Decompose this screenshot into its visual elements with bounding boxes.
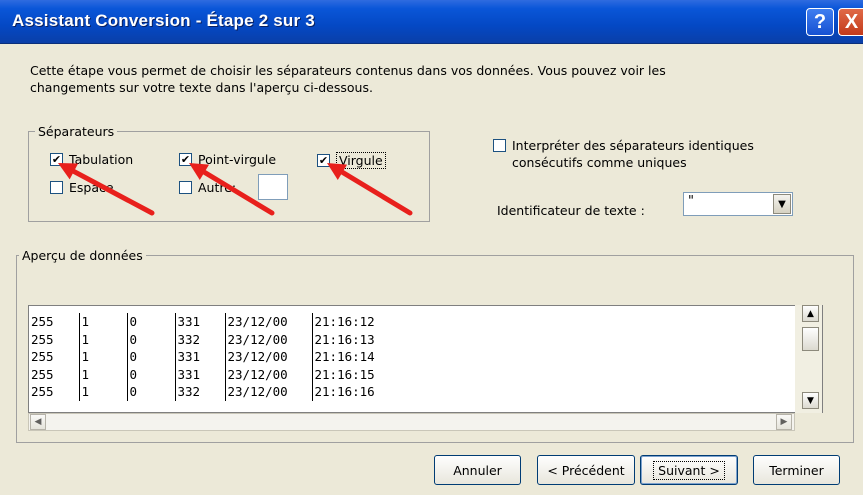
text-qualifier-select[interactable]: " ▼ <box>683 192 793 216</box>
tab-option[interactable]: Tabulation <box>50 152 133 167</box>
table-cell: 23/12/00 <box>224 383 312 401</box>
table-cell: 331 <box>174 348 225 366</box>
window-title: Assistant Conversion - Étape 2 sur 3 <box>12 11 315 30</box>
description-line-2: changements sur votre texte dans l'aperç… <box>30 80 373 95</box>
title-bar: Assistant Conversion - Étape 2 sur 3 ? X <box>0 0 863 44</box>
space-label: Espace <box>69 180 114 195</box>
help-button[interactable]: ? <box>806 8 834 36</box>
consecutive-checkbox[interactable] <box>493 139 506 152</box>
table-cell: 332 <box>174 383 225 401</box>
other-option[interactable]: Autre: <box>179 180 236 195</box>
table-cell: 255 <box>31 366 54 382</box>
table-cell: 255 <box>31 314 54 330</box>
table-cell: 255 <box>31 331 54 347</box>
other-label: Autre: <box>198 180 237 195</box>
consecutive-option[interactable]: Interpréter des séparateurs identiques c… <box>493 137 754 171</box>
table-cell: 331 <box>174 313 225 331</box>
table-cell: 23/12/00 <box>224 330 312 348</box>
table-cell: 23/12/00 <box>224 313 312 331</box>
finish-button[interactable]: Terminer <box>753 455 840 485</box>
comma-label: Virgule <box>336 152 386 169</box>
table-cell: 1 <box>78 330 127 348</box>
separators-group: Séparateurs <box>28 124 430 222</box>
text-qualifier-value: " <box>688 194 694 209</box>
table-cell: 21:16:15 <box>311 365 432 383</box>
table-cell: 1 <box>78 383 127 401</box>
table-cell: 1 <box>78 313 127 331</box>
close-button[interactable]: X <box>838 8 863 36</box>
table-row: 255 1 0 332 23/12/00 21:16:16 <box>29 383 432 401</box>
consecutive-label-line-2: consécutifs comme uniques <box>512 155 687 170</box>
scroll-down-icon[interactable]: ▼ <box>802 392 819 409</box>
table-cell: 21:16:14 <box>311 348 432 366</box>
table-cell: 331 <box>174 365 225 383</box>
next-button[interactable]: Suivant > <box>640 455 738 485</box>
table-cell: 1 <box>78 348 127 366</box>
scroll-up-icon[interactable]: ▲ <box>802 305 819 322</box>
table-cell: 0 <box>126 330 175 348</box>
table-row: 255 1 0 331 23/12/00 21:16:15 <box>29 365 432 383</box>
table-cell: 23/12/00 <box>224 348 312 366</box>
horizontal-scrollbar[interactable] <box>28 413 795 431</box>
table-cell: 0 <box>126 313 175 331</box>
text-qualifier-label: Identificateur de texte : <box>497 203 645 218</box>
table-cell: 332 <box>174 330 225 348</box>
next-button-label: Suivant > <box>653 460 725 480</box>
table-cell: 21:16:13 <box>311 330 432 348</box>
table-cell: 255 <box>31 384 54 400</box>
table-cell: 1 <box>78 365 127 383</box>
comma-checkbox[interactable] <box>317 154 330 167</box>
separators-legend: Séparateurs <box>38 124 115 139</box>
description-line-1: Cette étape vous permet de choisir les s… <box>30 63 666 78</box>
space-option[interactable]: Espace <box>50 180 114 195</box>
chevron-down-icon[interactable]: ▼ <box>773 194 791 214</box>
previous-button[interactable]: < Précédent <box>537 455 635 485</box>
tab-label: Tabulation <box>69 152 134 167</box>
scroll-thumb[interactable] <box>802 327 819 351</box>
table-cell: 21:16:16 <box>311 383 432 401</box>
tab-checkbox[interactable] <box>50 153 63 166</box>
table-cell: 23/12/00 <box>224 365 312 383</box>
consecutive-label-line-1: Interpréter des séparateurs identiques <box>512 138 754 153</box>
table-cell: 0 <box>126 348 175 366</box>
semicolon-checkbox[interactable] <box>179 153 192 166</box>
space-checkbox[interactable] <box>50 181 63 194</box>
data-preview-grid[interactable]: 255 1 0 331 23/12/00 21:16:12 255 1 0 332 23/12/00… <box>28 305 823 413</box>
table-row: 255 1 0 331 23/12/00 21:16:12 <box>29 313 432 331</box>
semicolon-label: Point-virgule <box>198 152 277 167</box>
comma-option[interactable]: Virgule <box>317 152 386 169</box>
other-checkbox[interactable] <box>179 181 192 194</box>
consecutive-label: Interpréter des séparateurs identiques c… <box>512 137 754 171</box>
semicolon-option[interactable]: Point-virgule <box>179 152 276 167</box>
cancel-button[interactable]: Annuler <box>434 455 521 485</box>
table-cell: 0 <box>126 365 175 383</box>
table-row: 255 1 0 332 23/12/00 21:16:13 <box>29 330 432 348</box>
table-row: 255 1 0 331 23/12/00 21:16:14 <box>29 348 432 366</box>
step-description: Cette étape vous permet de choisir les s… <box>30 62 790 96</box>
data-preview-legend: Aperçu de données <box>22 248 143 263</box>
other-separator-input[interactable] <box>258 174 288 200</box>
scroll-left-icon[interactable]: ◀ <box>30 414 46 430</box>
table-cell: 0 <box>126 383 175 401</box>
table-cell: 255 <box>31 349 54 365</box>
scroll-right-icon[interactable]: ▶ <box>776 414 792 430</box>
data-preview-table: 255 1 0 331 23/12/00 21:16:12 255 1 0 332 23/12/00… <box>29 313 432 401</box>
table-cell: 21:16:12 <box>311 313 432 331</box>
